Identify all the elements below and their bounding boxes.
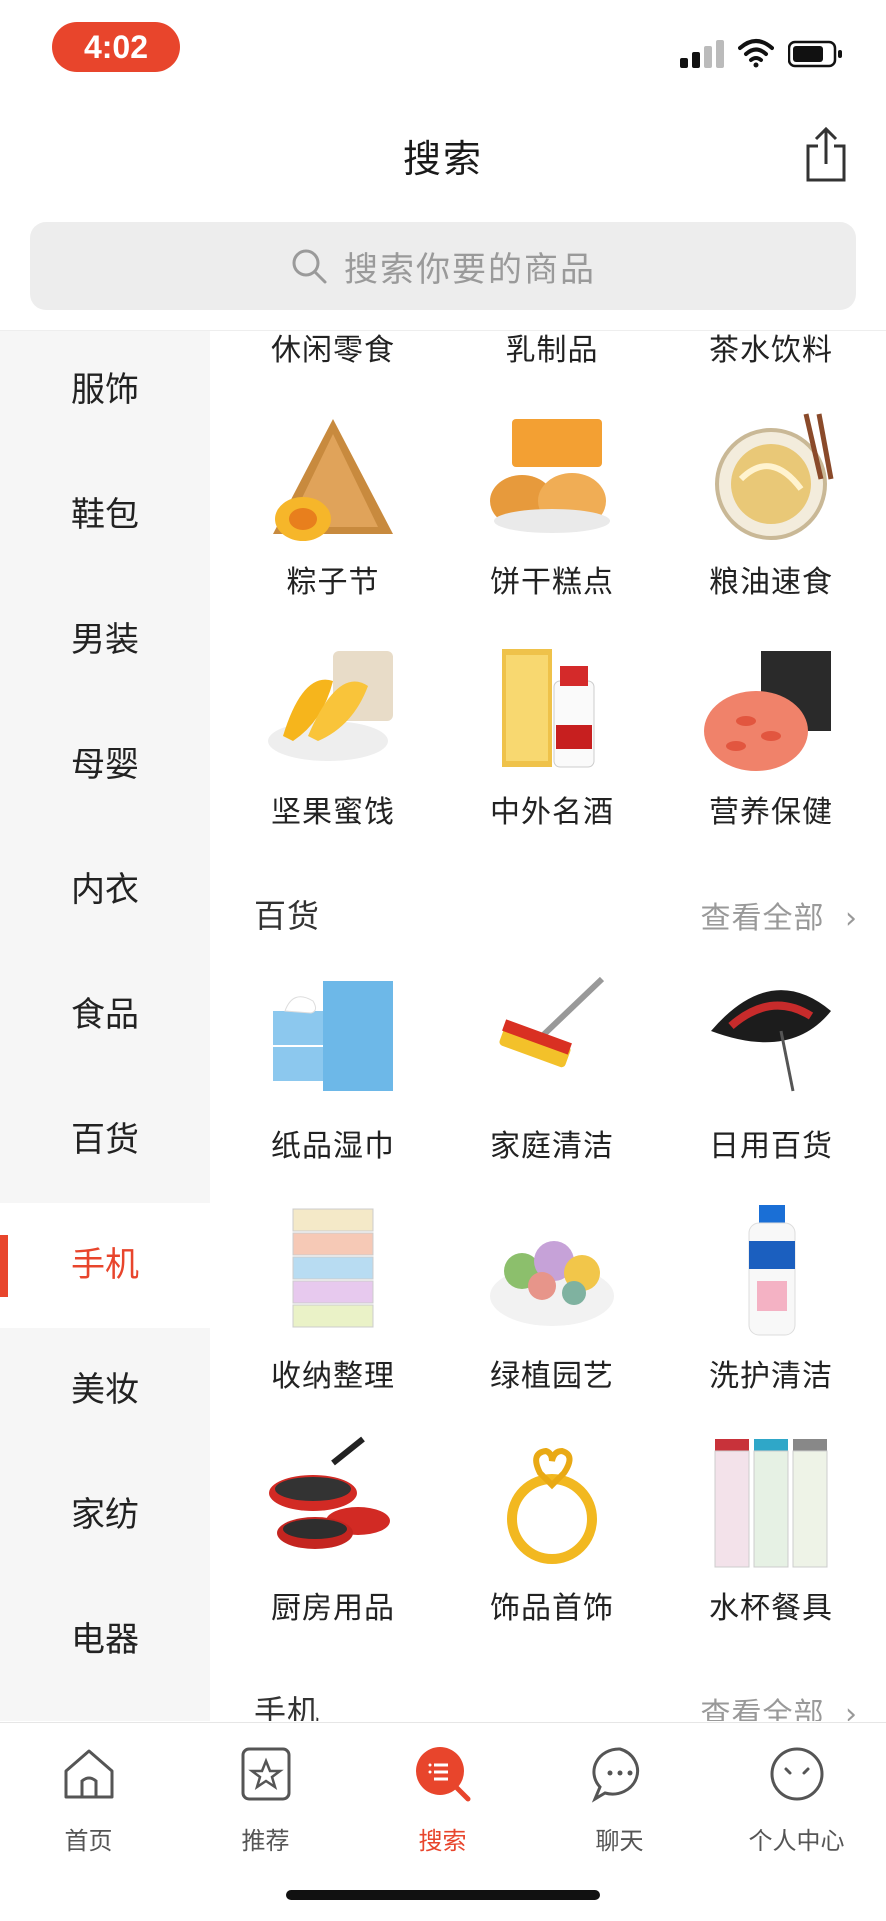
cellular-signal-icon (680, 38, 724, 68)
home-icon (64, 1749, 114, 1799)
sidebar-item-menswear[interactable]: 男装 (0, 578, 210, 703)
category-storage[interactable]: 收纳整理 (223, 1351, 443, 1395)
section-title-phones: 手机 (254, 1693, 321, 1721)
category-drinks[interactable]: 茶水饮料 (661, 331, 881, 369)
category-cleaning[interactable]: 家庭清洁 (442, 1121, 662, 1165)
chat-icon (591, 1747, 640, 1803)
umbrella-image[interactable] (701, 971, 841, 1111)
category-nuts[interactable]: 坚果蜜饯 (223, 787, 443, 831)
sidebar-item-food[interactable]: 食品 (0, 953, 210, 1078)
battery-icon (788, 40, 842, 68)
category-gardening[interactable]: 绿植园艺 (442, 1351, 662, 1395)
tab-label: 推荐 (241, 1827, 290, 1855)
category-content: 休闲零食 乳制品 茶水饮料 粽子节 饼干糕点 粮油速食 坚果蜜饯 中外名酒 营养… (210, 331, 886, 1721)
category-liquor[interactable]: 中外名酒 (442, 787, 662, 831)
mop-image[interactable] (482, 971, 622, 1111)
status-icons (680, 38, 850, 68)
tab-chat[interactable]: 聊天 (531, 1741, 708, 1855)
share-icon[interactable] (802, 124, 850, 184)
category-personal-care[interactable]: 洗护清洁 (661, 1351, 881, 1395)
sidebar-item-appliances[interactable]: 电器 (0, 1578, 210, 1703)
zongzi-image[interactable] (263, 409, 403, 549)
tab-home[interactable]: 首页 (0, 1741, 177, 1855)
view-all-phones[interactable]: 查看全部 › (700, 1689, 858, 1721)
goji-image[interactable] (701, 641, 841, 781)
liquor-image[interactable] (482, 641, 622, 781)
category-biscuits[interactable]: 饼干糕点 (442, 557, 662, 601)
tab-label: 个人中心 (748, 1827, 845, 1855)
search-input[interactable]: 搜索你要的商品 (344, 242, 596, 291)
tab-recommend[interactable]: 推荐 (177, 1741, 354, 1855)
profile-icon (770, 1747, 824, 1801)
sidebar-item-underwear[interactable]: 内衣 (0, 828, 210, 953)
category-snacks[interactable]: 休闲零食 (223, 331, 443, 369)
category-cups[interactable]: 水杯餐具 (661, 1583, 881, 1627)
category-daily-goods[interactable]: 日用百货 (661, 1121, 881, 1165)
search-bar[interactable]: 搜索你要的商品 (30, 222, 856, 310)
category-jewelry[interactable]: 饰品首饰 (442, 1583, 662, 1627)
category-health[interactable]: 营养保健 (661, 787, 881, 831)
sidebar-item-maternity[interactable]: 母婴 (0, 703, 210, 828)
sidebar-item-department[interactable]: 百货 (0, 1078, 210, 1203)
section-title-department: 百货 (254, 897, 321, 935)
sidebar-item-beauty[interactable]: 美妆 (0, 1328, 210, 1453)
tab-search[interactable]: 搜索 (354, 1741, 531, 1855)
tissue-image[interactable] (263, 971, 403, 1111)
home-indicator (286, 1890, 600, 1900)
succulents-image[interactable] (482, 1201, 622, 1341)
category-tissues[interactable]: 纸品湿巾 (223, 1121, 443, 1165)
ring-image[interactable] (482, 1433, 622, 1573)
page-title: 搜索 (402, 137, 483, 181)
wifi-icon (738, 39, 774, 68)
cookware-image[interactable] (263, 1433, 403, 1573)
tab-profile[interactable]: 个人中心 (708, 1741, 885, 1855)
view-all-label: 查看全部 (700, 901, 825, 936)
category-sidebar: 服饰 鞋包 男装 母婴 内衣 食品 百货 手机 美妆 家纺 电器 (0, 331, 210, 1721)
category-kitchenware[interactable]: 厨房用品 (223, 1583, 443, 1627)
view-all-label: 查看全部 (700, 1697, 825, 1721)
noodles-image[interactable] (701, 409, 841, 549)
category-grain-oil[interactable]: 粮油速食 (661, 557, 881, 601)
sidebar-item-home-textile[interactable]: 家纺 (0, 1453, 210, 1578)
search-list-icon (416, 1747, 471, 1802)
chevron-right-icon: › (845, 901, 858, 936)
sidebar-item-phones[interactable]: 手机 (0, 1203, 210, 1328)
chevron-right-icon: › (845, 1697, 858, 1721)
search-icon (292, 249, 327, 284)
view-all-department[interactable]: 查看全部 › (700, 893, 858, 937)
storage-drawers-image[interactable] (263, 1201, 403, 1341)
sidebar-item-shoes-bags[interactable]: 鞋包 (0, 453, 210, 578)
tab-label: 搜索 (418, 1827, 467, 1855)
status-bar: 4:02 (0, 0, 886, 100)
shampoo-image[interactable] (701, 1201, 841, 1341)
category-zongzi[interactable]: 粽子节 (223, 557, 443, 601)
dried-mango-image[interactable] (263, 641, 403, 781)
star-icon (241, 1747, 291, 1801)
tab-label: 聊天 (595, 1827, 644, 1855)
sidebar-item-clothing[interactable]: 服饰 (0, 331, 210, 453)
tab-label: 首页 (64, 1827, 113, 1855)
cups-image[interactable] (701, 1433, 841, 1573)
biscuits-image[interactable] (482, 409, 622, 549)
header: 搜索 (0, 100, 886, 210)
status-time: 4:02 (52, 22, 180, 72)
category-dairy[interactable]: 乳制品 (442, 331, 662, 369)
